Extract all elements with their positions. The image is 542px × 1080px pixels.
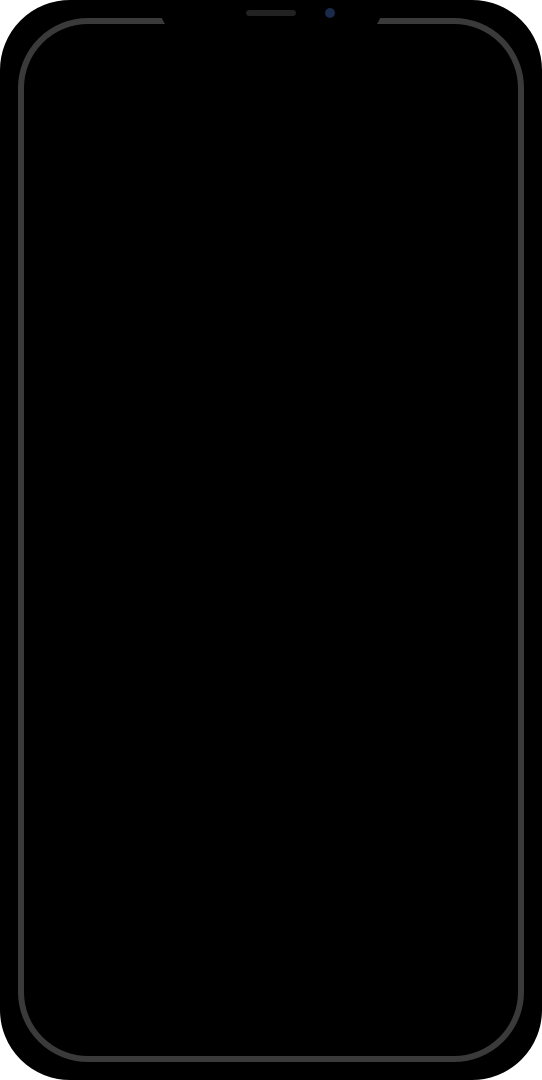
row-value: 1080p at 240 fps: [352, 260, 486, 281]
toggle-mirror[interactable]: [448, 595, 504, 629]
toggle-grid[interactable]: [448, 547, 504, 581]
settings-list: Formats Record Video 4K at 60 fps Reco: [20, 114, 522, 1060]
row-label: Lens Correction: [38, 946, 165, 967]
row-formats[interactable]: Formats: [20, 151, 522, 199]
row-label: Use Volume Up for Burst: [38, 404, 236, 425]
row-preserve-settings[interactable]: Preserve Settings: [20, 343, 522, 391]
toggle-lens-correction[interactable]: [448, 940, 504, 974]
row-record-video[interactable]: Record Video 4K at 60 fps: [20, 199, 522, 247]
row-mirror: Mirror Front Camera: [20, 588, 522, 636]
row-label: View Outside the Frame: [38, 650, 231, 671]
toggle-scene-detection[interactable]: [448, 743, 504, 777]
row-volume-burst: Use Volume Up for Burst: [20, 391, 522, 439]
row-label: Prioritize Faster Shooting: [38, 857, 240, 878]
row-label: Formats: [38, 165, 104, 186]
chevron-right-icon: [496, 261, 504, 280]
footer-prioritize: Intelligently adapt image quality when r…: [20, 892, 522, 933]
status-indicators: [420, 37, 495, 50]
home-indicator[interactable]: [201, 1045, 341, 1050]
cell-signal-icon: [420, 37, 437, 49]
chevron-right-icon: [496, 357, 504, 376]
row-label: Record Video: [38, 212, 147, 233]
row-label: Record Slo-mo: [38, 260, 158, 281]
chevron-left-icon: [30, 79, 44, 101]
back-button[interactable]: Settings: [30, 79, 115, 101]
row-label: Mirror Front Camera: [38, 601, 201, 622]
battery-icon: [466, 37, 494, 50]
chevron-right-icon: [496, 213, 504, 232]
toggle-outside-frame[interactable]: [448, 643, 504, 677]
row-label: Scene Detection: [38, 750, 170, 771]
footer-scene-detection: Automatically improve photos of various …: [20, 784, 522, 844]
row-label: Grid: [38, 553, 72, 574]
row-scene-detection: Scene Detection: [20, 736, 522, 784]
toggle-record-stereo[interactable]: [448, 302, 504, 336]
row-record-slomo[interactable]: Record Slo-mo 1080p at 240 fps: [20, 247, 522, 295]
row-outside-frame: View Outside the Frame: [20, 636, 522, 684]
nav-header: Settings Camera: [20, 66, 522, 114]
row-scan-qr: Scan QR Codes: [20, 439, 522, 487]
row-prioritize: Prioritize Faster Shooting: [20, 844, 522, 892]
section-header-composition: COMPOSITION: [20, 488, 522, 540]
wifi-icon: [442, 37, 460, 50]
phone-screen: 14:04 Settings Camera Formats: [20, 20, 522, 1060]
row-record-stereo: Record Stereo Sound: [20, 295, 522, 343]
row-value: 4K at 60 fps: [390, 212, 486, 233]
row-label: Record Stereo Sound: [38, 308, 211, 329]
status-time: 14:04: [56, 33, 99, 53]
toggle-scan-qr[interactable]: [448, 446, 504, 480]
toggle-prioritize[interactable]: [448, 851, 504, 885]
back-label: Settings: [46, 79, 115, 101]
row-lens-correction: Lens Correction: [20, 933, 522, 981]
toggle-volume-burst[interactable]: [448, 398, 504, 432]
chevron-right-icon: [496, 166, 504, 185]
section-header-photo-capture: PHOTO CAPTURE: [20, 684, 522, 736]
nav-title: Camera: [236, 79, 306, 101]
row-label: Preserve Settings: [38, 356, 180, 377]
row-grid: Grid: [20, 540, 522, 588]
row-label: Scan QR Codes: [38, 453, 168, 474]
